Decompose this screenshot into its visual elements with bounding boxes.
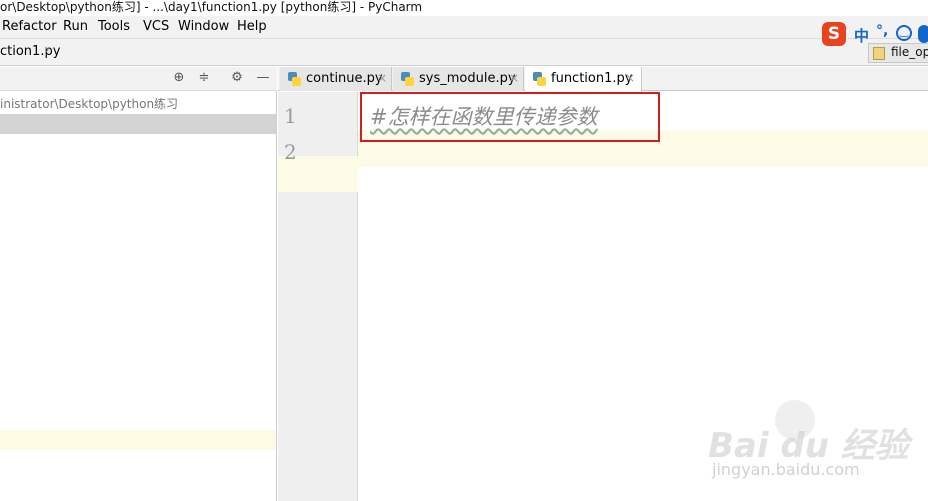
project-panel: ⊕ ≑ ⚙ — inistrator\Desktop\python练习 <box>0 67 277 501</box>
menu-tools[interactable]: Tools <box>98 19 130 34</box>
project-root-path[interactable]: inistrator\Desktop\python练习 <box>0 95 178 112</box>
window-title: or\Desktop\python练习] - ...\day1\function… <box>0 0 423 14</box>
title-bar: or\Desktop\python练习] - ...\day1\function… <box>0 0 928 15</box>
sogou-logo-icon[interactable]: S <box>822 22 846 46</box>
python-file-icon <box>401 72 414 86</box>
annotation-highlight-box <box>360 92 660 142</box>
editor-tab-bar: continue.py × sys_module.py × function1.… <box>278 67 928 92</box>
navigation-bar: ction1.py › <box>0 38 928 66</box>
project-panel-header: ⊕ ≑ ⚙ — <box>0 67 277 91</box>
menu-vcs[interactable]: VCS <box>143 19 169 34</box>
watermark-url: jingyan.baidu.com <box>712 460 860 479</box>
tab-sys-module[interactable]: sys_module.py × <box>393 67 524 91</box>
folder-icon <box>873 47 885 60</box>
line-number-gutter: 1 2 <box>278 92 358 501</box>
line-number: 1 <box>284 104 297 128</box>
menu-refactor[interactable]: Refactor <box>2 19 57 34</box>
highlighted-tree-row <box>0 430 276 450</box>
menu-help[interactable]: Help <box>237 19 267 34</box>
python-file-icon <box>533 72 546 86</box>
close-icon[interactable]: × <box>625 71 635 85</box>
locate-icon[interactable]: ⊕ <box>171 70 187 86</box>
menu-run[interactable]: Run <box>63 19 88 34</box>
hide-panel-icon[interactable]: — <box>255 70 271 86</box>
gear-icon[interactable]: ⚙ <box>229 70 245 86</box>
baidu-watermark: Bai du 经验 jingyan.baidu.com <box>700 398 909 493</box>
recent-file-label: file_op <box>891 45 928 59</box>
breadcrumb-file[interactable]: ction1.py <box>0 44 60 59</box>
menu-bar: Refactor Run Tools VCS Window Help <box>0 16 928 38</box>
chevron-right-icon: › <box>44 42 50 58</box>
emoji-icon[interactable]: ‿ <box>896 25 912 41</box>
tab-label: continue.py <box>306 71 383 86</box>
close-icon[interactable]: × <box>377 71 387 85</box>
microphone-icon[interactable] <box>918 25 928 43</box>
line-number: 2 <box>284 140 297 164</box>
close-icon[interactable]: × <box>509 71 519 85</box>
tab-continue[interactable]: continue.py × <box>280 67 392 91</box>
ime-punctuation-toggle[interactable]: °, <box>876 23 888 39</box>
menu-window[interactable]: Window <box>178 19 229 34</box>
selected-tree-row[interactable] <box>0 114 276 134</box>
tab-function1[interactable]: function1.py × <box>525 67 642 92</box>
python-file-icon <box>288 72 301 86</box>
ime-language-toggle[interactable]: 中 <box>854 25 869 46</box>
tab-label: sys_module.py <box>419 71 516 86</box>
collapse-all-icon[interactable]: ≑ <box>196 70 212 86</box>
tab-label: function1.py <box>551 71 633 86</box>
recent-file-tab[interactable]: file_op <box>868 43 928 63</box>
